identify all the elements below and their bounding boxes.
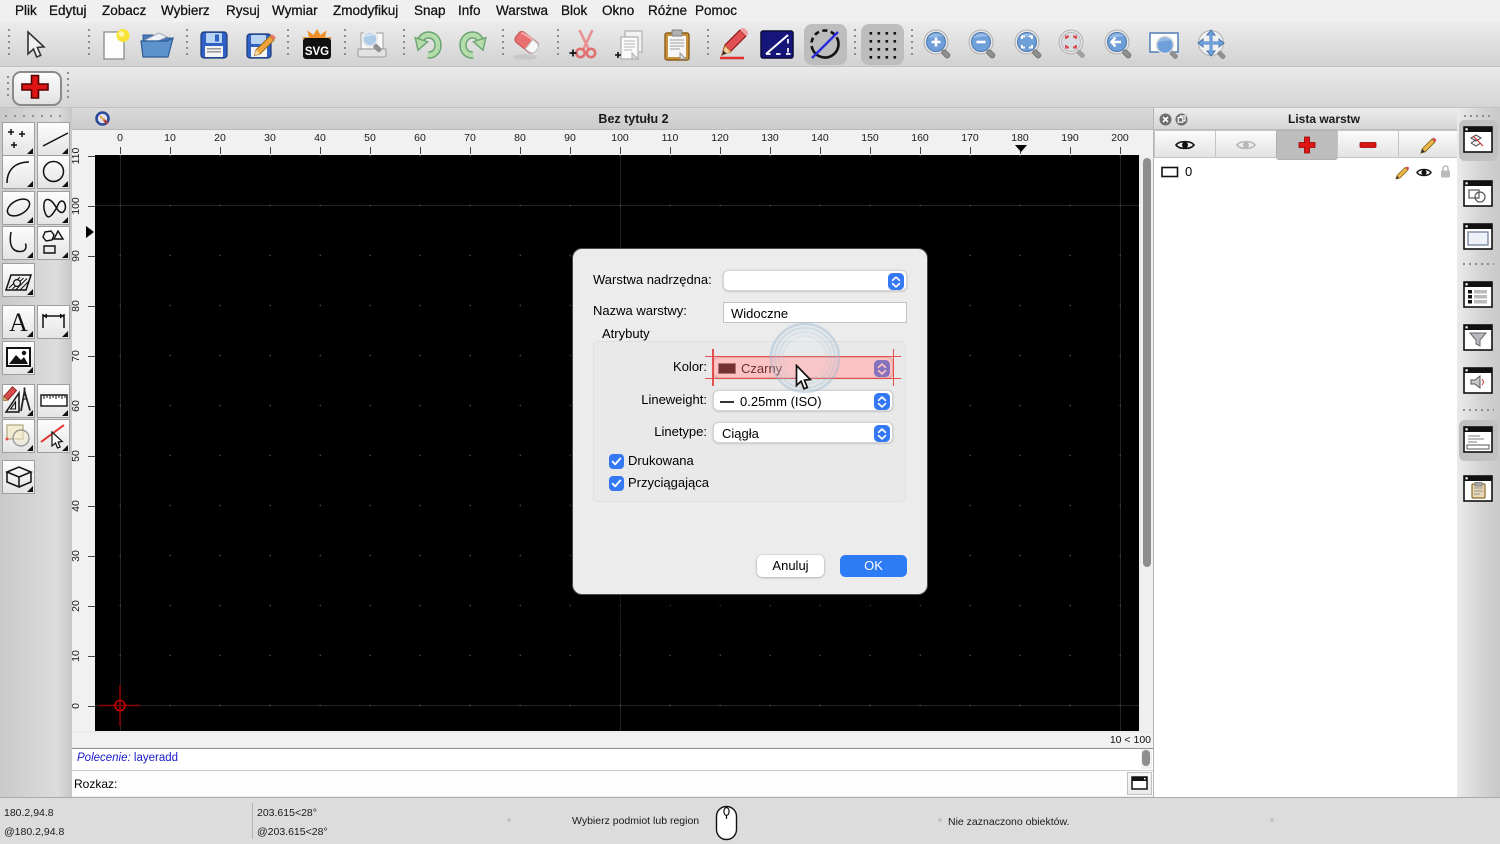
svg-text:SVG: SVG: [305, 46, 329, 58]
svg-text:A: A: [9, 308, 28, 337]
